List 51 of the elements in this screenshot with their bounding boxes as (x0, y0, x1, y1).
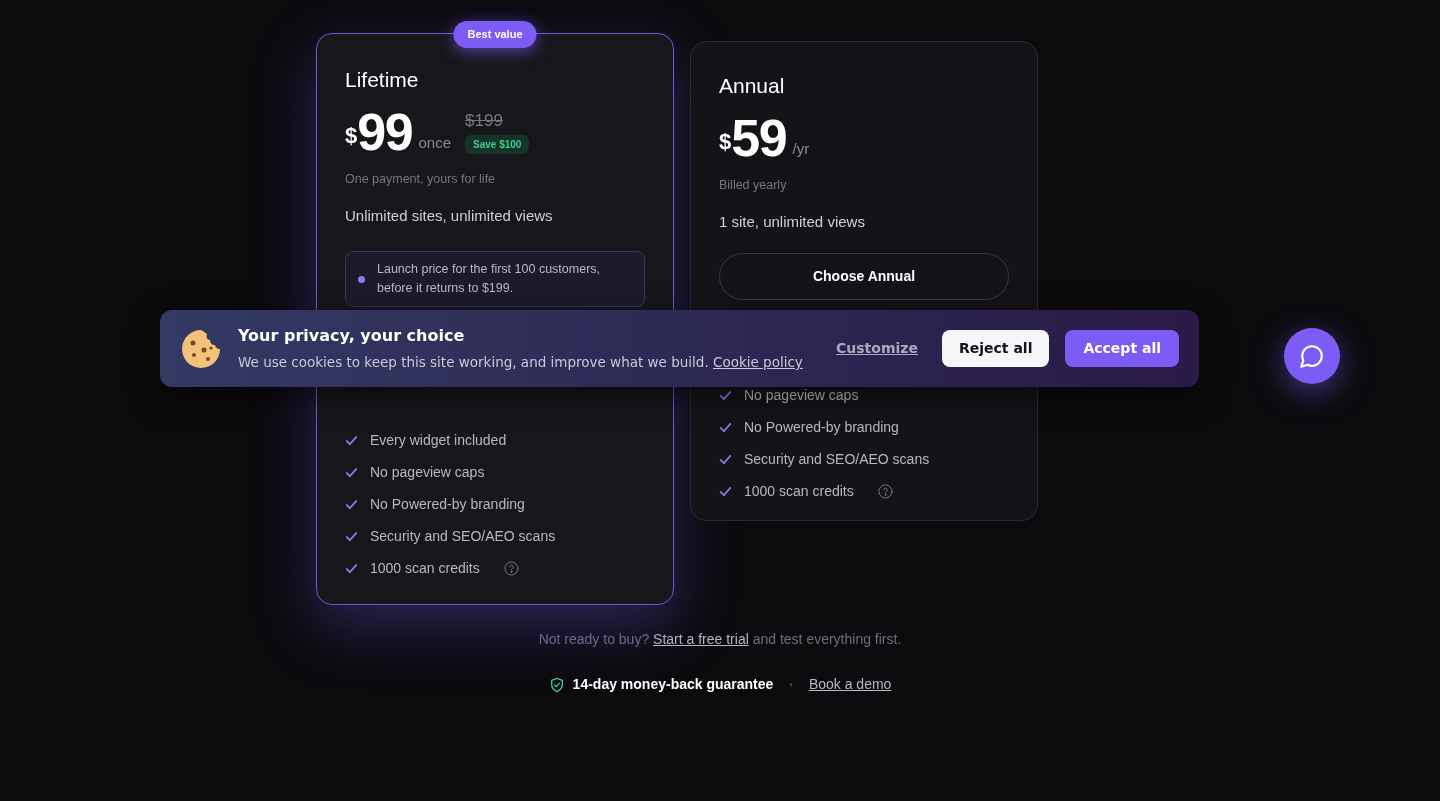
best-value-badge: Best value (453, 21, 537, 48)
guarantee-text: 14-day money-back guarantee (572, 675, 774, 694)
cookie-title: Your privacy, your choice (238, 325, 466, 348)
feature-text: No pageview caps (744, 386, 859, 405)
check-icon (719, 388, 732, 402)
separator-dot: • (789, 678, 793, 692)
help-icon[interactable] (877, 483, 893, 499)
feature-text: Every widget included (370, 431, 507, 450)
currency-symbol: $ (719, 129, 732, 154)
feature-text: 1000 scan credits (370, 559, 480, 578)
book-demo-link[interactable]: Book a demo (808, 674, 892, 695)
plan-subtitle: Billed yearly (719, 177, 788, 194)
check-icon (345, 561, 358, 575)
trial-sentence: Not ready to buy? Start a free trial and test everything first. (538, 630, 902, 649)
plan-name: Annual (719, 73, 786, 99)
feature-text: 1000 scan credits (744, 482, 854, 501)
feature-text: Security and SEO/AEO scans (744, 450, 930, 469)
feature-text: No Powered-by branding (370, 495, 525, 514)
note-text: Launch price for the first 100 customers, before it returns to $199. (377, 261, 602, 298)
price-period: /yr (792, 138, 810, 159)
plan-name: Lifetime (345, 67, 420, 93)
price: 99 (357, 106, 413, 158)
plan-headline: Unlimited sites, unlimited views (345, 205, 554, 226)
savings-badge: Save $100 (465, 135, 530, 154)
currency-symbol: $ (345, 123, 358, 148)
check-icon (719, 484, 732, 498)
help-icon[interactable] (503, 560, 519, 576)
free-trial-link[interactable]: Start a free trial (653, 631, 749, 647)
cookie-icon (180, 327, 222, 370)
customize-link[interactable]: Customize (836, 338, 918, 359)
chat-bubble-icon (1299, 343, 1325, 369)
chat-button[interactable] (1284, 328, 1340, 384)
plan-headline: 1 site, unlimited views (719, 211, 866, 232)
check-icon (345, 465, 358, 479)
check-icon (345, 497, 358, 511)
check-icon (345, 529, 358, 543)
cookie-policy-link[interactable]: Cookie policy (713, 354, 803, 371)
plan-subtitle: One payment, yours for life (345, 171, 497, 188)
check-icon (719, 452, 732, 466)
accept-all-button[interactable]: Accept all (1065, 330, 1179, 367)
cookie-description: We use cookies to keep this site working, and improve what we build. Cookie policy (238, 353, 804, 373)
feature-text: No pageview caps (370, 463, 485, 482)
price-period: once (418, 132, 452, 153)
shield-check-icon (548, 676, 565, 693)
original-price: $199 (465, 109, 503, 132)
feature-text: Security and SEO/AEO scans (370, 527, 556, 546)
feature-text: No Powered-by branding (744, 418, 899, 437)
reject-all-button[interactable]: Reject all (941, 330, 1050, 367)
price: 59 (731, 112, 787, 164)
check-icon (345, 433, 358, 447)
check-icon (719, 420, 732, 434)
